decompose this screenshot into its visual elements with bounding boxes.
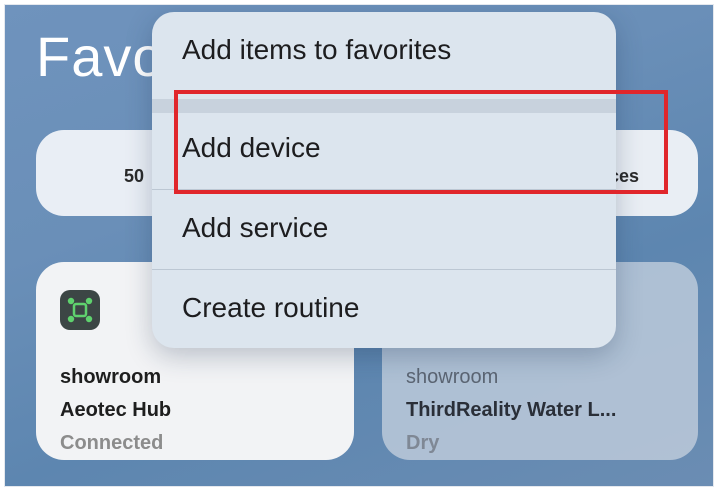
favorites-screen: Favo 50 vices showroom Aeotec Hub Connec…	[4, 4, 714, 487]
card-device-name: ThirdReality Water L...	[406, 399, 617, 421]
card-status: Dry	[406, 432, 440, 454]
menu-item-add-service[interactable]: Add service	[152, 212, 616, 244]
page-title: Favo	[36, 25, 165, 88]
card-device-name: Aeotec Hub	[60, 399, 172, 421]
menu-item-add-items-to-favorites[interactable]: Add items to favorites	[152, 34, 616, 66]
card-room-label: showroom	[60, 366, 162, 388]
menu-divider	[152, 269, 616, 270]
summary-left-text: 50	[124, 166, 145, 186]
card-room-label: showroom	[406, 366, 499, 388]
highlight-box	[174, 90, 668, 194]
menu-item-create-routine[interactable]: Create routine	[152, 292, 616, 324]
hub-icon	[60, 290, 100, 330]
card-status: Connected	[60, 432, 164, 454]
